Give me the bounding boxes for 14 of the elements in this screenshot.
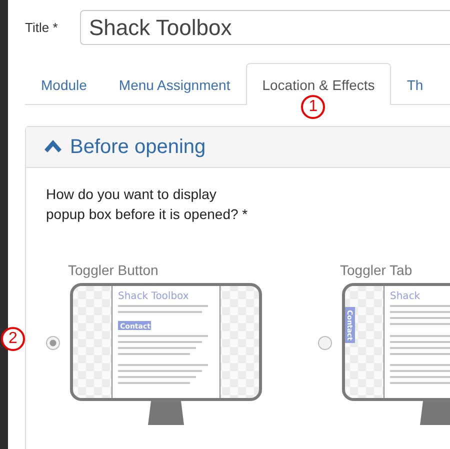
radio-button[interactable]	[46, 336, 60, 350]
annotation-marker: 1	[301, 95, 326, 119]
title-field[interactable]: Shack Toolbox	[80, 10, 450, 45]
tab[interactable]: Menu Assignment	[102, 63, 246, 105]
option-label: Toggler Tab	[340, 262, 414, 278]
title-label: Title *	[25, 20, 59, 35]
question-text: How do you want to display popup box before it is opened? *	[46, 185, 249, 224]
panel-header[interactable]: Before opening	[26, 127, 450, 168]
annotation-marker: 2	[1, 327, 25, 351]
tab[interactable]: Th	[390, 63, 440, 105]
panel-title: Before opening	[70, 136, 206, 158]
option-label: Toggler Button	[68, 262, 160, 278]
radio-button[interactable]	[318, 336, 332, 350]
tab[interactable]: Module	[25, 63, 103, 105]
